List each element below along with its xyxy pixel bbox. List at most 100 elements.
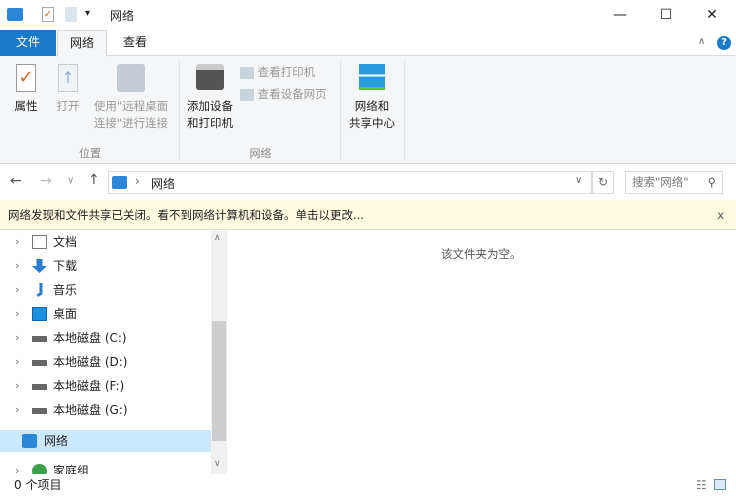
expand-chevron-icon[interactable]: ›	[15, 303, 19, 325]
nav-scrollbar[interactable]: ∧ ∨	[211, 231, 227, 474]
nav-item-label: 本地磁盘 (F:)	[53, 379, 125, 393]
nav-item[interactable]: › 本地磁盘 (G:)	[0, 399, 211, 421]
scrollbar-thumb[interactable]	[212, 321, 226, 441]
open-label: 打开	[56, 99, 80, 113]
tab-file[interactable]: 文件	[0, 30, 56, 56]
desktop-icon	[32, 307, 47, 321]
expand-chevron-icon[interactable]: ›	[15, 327, 19, 349]
nav-item[interactable]: › 文档	[0, 231, 211, 253]
navigation-pane: › 文档 › 下载 › 音乐 › 桌面 › 本地磁盘 (C:) › 本地磁盘 (D:) › 本地磁盘 (F…	[0, 231, 211, 474]
view-device-page-icon	[240, 88, 254, 101]
network-sharing-center-button[interactable]: 网络和 共享中心	[343, 64, 401, 132]
view-device-page-button[interactable]: 查看设备网页	[240, 86, 327, 102]
remote-desktop-icon	[117, 64, 145, 92]
open-button[interactable]: ↑ 打开	[50, 64, 86, 115]
search-placeholder: 搜索"网络"	[632, 175, 689, 189]
drive-icon	[32, 408, 47, 414]
drive-icon	[32, 336, 47, 342]
nav-item-label: 音乐	[53, 283, 78, 297]
download-icon	[32, 259, 47, 273]
help-icon[interactable]: ?	[717, 36, 731, 50]
address-dropdown-button[interactable]: ∨	[575, 175, 582, 186]
expand-chevron-icon[interactable]: ›	[15, 351, 19, 373]
nav-item[interactable]: › 本地磁盘 (D:)	[0, 351, 211, 373]
breadcrumb-separator: ›	[135, 174, 140, 188]
remote-desktop-label-1: 使用"远程桌面	[93, 99, 169, 113]
address-bar[interactable]: › 网络 ∨	[108, 171, 592, 194]
expand-chevron-icon[interactable]: ›	[15, 375, 19, 397]
large-icons-view-button[interactable]	[714, 479, 726, 490]
network-icon	[112, 176, 127, 189]
up-button[interactable]: ↑	[88, 172, 100, 188]
expand-chevron-icon[interactable]: ›	[15, 231, 19, 253]
network-sharing-center-label-2: 共享中心	[349, 116, 395, 130]
view-printers-button[interactable]: 查看打印机	[240, 64, 315, 80]
nav-item[interactable]: › 桌面	[0, 303, 211, 325]
expand-chevron-icon[interactable]: ›	[15, 255, 19, 277]
nav-item[interactable]: › 家庭组	[0, 460, 211, 474]
properties-icon: ✓	[16, 64, 36, 92]
tab-view[interactable]: 查看	[110, 30, 160, 56]
tab-network[interactable]: 网络	[57, 30, 107, 57]
window-title: 网络	[110, 9, 135, 23]
properties-quick-icon[interactable]: ✓	[42, 7, 54, 22]
customize-quick-access-icon[interactable]: ▾	[85, 8, 90, 19]
add-devices-label-1: 添加设备	[187, 99, 233, 113]
expand-chevron-icon[interactable]: ›	[15, 460, 19, 474]
title-bar: ✓ ▾ 网络 — ☐ ✕	[0, 0, 736, 30]
nav-item[interactable]: 网络	[0, 430, 211, 452]
item-count: 0 个项目	[14, 478, 62, 492]
minimize-button[interactable]: —	[597, 0, 643, 30]
view-device-page-label: 查看设备网页	[257, 87, 327, 101]
breadcrumb-network[interactable]: 网络	[151, 175, 175, 192]
view-printers-label: 查看打印机	[257, 65, 316, 79]
network-sharing-center-icon	[359, 64, 385, 90]
nav-item[interactable]: › 音乐	[0, 279, 211, 301]
recent-locations-button[interactable]: ∨	[67, 175, 74, 186]
expand-chevron-icon[interactable]: ›	[15, 399, 19, 421]
printer-icon	[196, 64, 224, 90]
maximize-button[interactable]: ☐	[643, 0, 689, 30]
network-sharing-center-label-1: 网络和	[354, 99, 390, 113]
nav-item-label: 本地磁盘 (G:)	[53, 403, 128, 417]
back-button[interactable]: ←	[10, 173, 22, 189]
nav-item[interactable]: › 本地磁盘 (F:)	[0, 375, 211, 397]
add-devices-label-2: 和打印机	[187, 116, 233, 130]
search-input[interactable]: 搜索"网络" ⚲	[625, 171, 723, 194]
scroll-down-button[interactable]: ∨	[214, 459, 221, 469]
group-location-label: 位置	[79, 147, 101, 160]
status-bar: 0 个项目 ☷	[0, 474, 736, 496]
remote-desktop-label-2: 连接"进行连接	[93, 116, 169, 130]
refresh-button[interactable]: ↻	[592, 171, 614, 194]
properties-button[interactable]: ✓ 属性	[8, 64, 44, 115]
properties-label: 属性	[14, 99, 38, 113]
scroll-up-button[interactable]: ∧	[214, 233, 221, 243]
network-icon	[22, 434, 37, 448]
close-button[interactable]: ✕	[689, 0, 735, 30]
details-view-button[interactable]: ☷	[696, 474, 707, 496]
nav-item-label: 本地磁盘 (D:)	[53, 355, 128, 369]
nav-item-label: 下载	[53, 259, 78, 273]
drive-icon	[32, 384, 47, 390]
view-printers-icon	[240, 66, 254, 79]
nav-item[interactable]: › 本地磁盘 (C:)	[0, 327, 211, 349]
network-icon	[7, 8, 23, 21]
nav-item-label: 本地磁盘 (C:)	[53, 331, 127, 345]
info-bar-close-button[interactable]: x	[717, 200, 724, 230]
expand-chevron-icon[interactable]: ›	[15, 279, 19, 301]
forward-button[interactable]: →	[40, 173, 52, 189]
info-bar[interactable]: 网络发现和文件共享已关闭。看不到网络计算机和设备。单击以更改... x	[0, 200, 736, 230]
nav-item-label: 桌面	[53, 307, 78, 321]
homegroup-icon	[32, 464, 47, 474]
group-network-label: 网络	[249, 147, 272, 160]
nav-item-label: 文档	[53, 235, 78, 249]
new-folder-quick-icon[interactable]	[65, 7, 77, 22]
drive-icon	[32, 360, 47, 366]
remote-desktop-button[interactable]: 使用"远程桌面 连接"进行连接	[88, 64, 174, 132]
nav-item[interactable]: › 下载	[0, 255, 211, 277]
add-devices-button[interactable]: 添加设备 和打印机	[182, 64, 238, 132]
search-icon: ⚲	[707, 175, 716, 189]
collapse-ribbon-icon[interactable]: ∧	[698, 36, 705, 47]
nav-item-label: 网络	[44, 434, 69, 448]
music-icon	[36, 283, 43, 297]
